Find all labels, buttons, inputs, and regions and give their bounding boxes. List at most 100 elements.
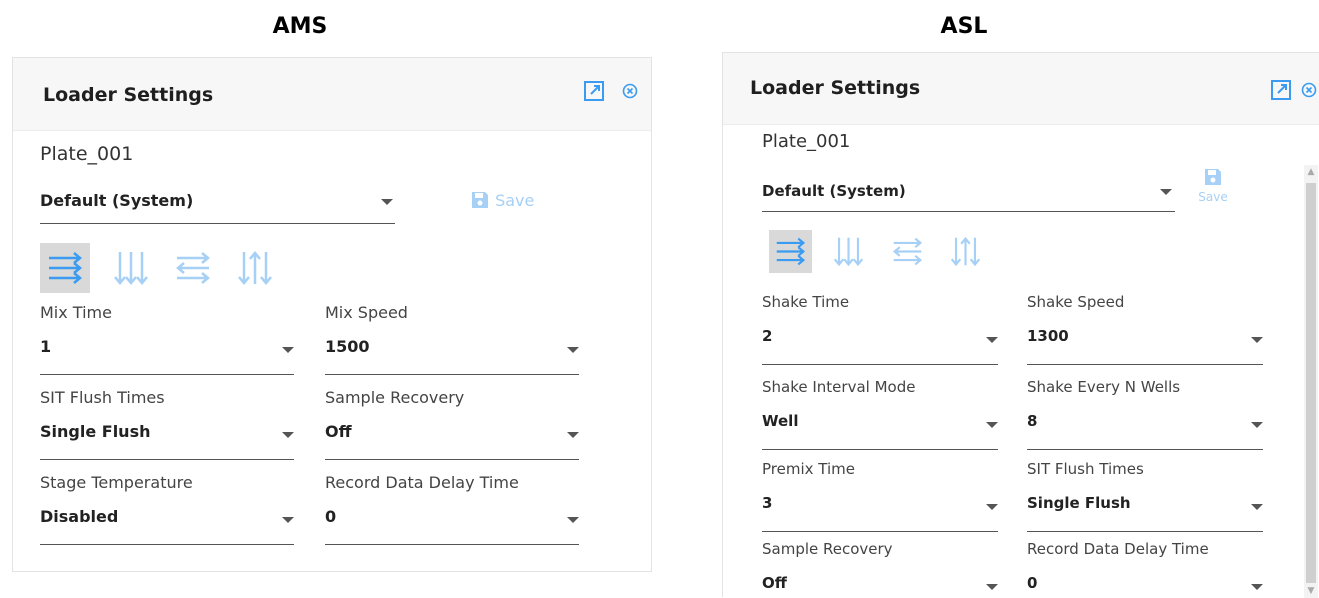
- field-value: 0: [1027, 574, 1038, 592]
- mix-speed-dropdown[interactable]: Mix Speed 1500: [325, 303, 579, 376]
- shake-speed-dropdown[interactable]: Shake Speed 1300: [1027, 293, 1263, 366]
- field-value: Single Flush: [1027, 494, 1131, 512]
- preset-dropdown[interactable]: Default (System): [40, 186, 395, 226]
- chevron-down-icon: [567, 432, 579, 438]
- field-value: 3: [762, 494, 773, 512]
- field-underline: [1027, 449, 1263, 450]
- sample-recovery-dropdown[interactable]: Sample Recovery Off: [325, 388, 579, 461]
- horizontal-arrows-alternating-icon[interactable]: [168, 243, 218, 293]
- scroll-thumb[interactable]: [1306, 183, 1316, 583]
- field-underline: [40, 374, 294, 375]
- dropdown-underline: [40, 223, 395, 224]
- mix-time-dropdown[interactable]: Mix Time 1: [40, 303, 294, 376]
- save-label: Save: [1198, 190, 1228, 204]
- vertical-scrollbar[interactable]: ▲ ▼: [1304, 165, 1318, 598]
- field-value: 1300: [1027, 327, 1069, 345]
- chevron-down-icon: [1251, 584, 1263, 590]
- floppy-disk-icon: [472, 192, 488, 208]
- chevron-down-icon: [1251, 504, 1263, 510]
- stage-temperature-dropdown[interactable]: Stage Temperature Disabled: [40, 473, 294, 546]
- chevron-down-icon: [282, 517, 294, 523]
- shake-interval-mode-dropdown[interactable]: Shake Interval Mode Well: [762, 378, 998, 451]
- field-value: 1500: [325, 337, 370, 356]
- chevron-down-icon: [986, 584, 998, 590]
- asl-loader-settings-panel: Loader Settings Plate_001 Default (Syste…: [722, 52, 1319, 598]
- floppy-disk-icon: [1205, 169, 1221, 185]
- field-value: Well: [762, 412, 799, 430]
- field-label: Mix Time: [40, 303, 112, 322]
- chevron-down-icon: [1160, 189, 1172, 195]
- scroll-up-arrow-icon[interactable]: ▲: [1304, 167, 1318, 177]
- field-value: 2: [762, 327, 773, 345]
- preset-value: Default (System): [40, 191, 194, 210]
- field-label: Record Data Delay Time: [1027, 540, 1209, 558]
- chevron-down-icon: [1251, 337, 1263, 343]
- premix-time-dropdown[interactable]: Premix Time 3: [762, 460, 998, 533]
- field-label: Shake Speed: [1027, 293, 1125, 311]
- close-circle-icon[interactable]: [622, 83, 638, 103]
- vertical-arrows-alternating-icon[interactable]: [230, 243, 280, 293]
- record-data-delay-time-dropdown[interactable]: Record Data Delay Time 0: [325, 473, 579, 546]
- field-underline: [762, 449, 998, 450]
- chevron-down-icon: [282, 432, 294, 438]
- horizontal-arrows-right-icon[interactable]: [769, 230, 812, 273]
- field-label: Sample Recovery: [325, 388, 465, 407]
- field-underline: [762, 531, 998, 532]
- close-circle-icon[interactable]: [1301, 82, 1317, 102]
- external-link-icon[interactable]: [1270, 79, 1292, 105]
- dropdown-underline: [762, 211, 1175, 212]
- external-link-icon[interactable]: [583, 80, 605, 106]
- field-value: Off: [325, 422, 352, 441]
- field-value: Disabled: [40, 507, 119, 526]
- field-value: 8: [1027, 412, 1038, 430]
- chevron-down-icon: [986, 422, 998, 428]
- chevron-down-icon: [381, 199, 393, 205]
- horizontal-arrows-alternating-icon[interactable]: [886, 230, 929, 273]
- field-underline: [325, 374, 579, 375]
- sample-recovery-dropdown[interactable]: Sample Recovery Off: [762, 540, 998, 598]
- save-button[interactable]: Save: [1193, 167, 1233, 204]
- chevron-down-icon: [986, 504, 998, 510]
- field-label: Record Data Delay Time: [325, 473, 519, 492]
- panel-header: Loader Settings: [13, 58, 651, 131]
- sit-flush-times-dropdown[interactable]: SIT Flush Times Single Flush: [40, 388, 294, 461]
- field-underline: [1027, 364, 1263, 365]
- field-underline: [40, 459, 294, 460]
- panel-header: Loader Settings: [723, 53, 1319, 125]
- chevron-down-icon: [567, 517, 579, 523]
- save-label: Save: [495, 191, 535, 210]
- field-label: Sample Recovery: [762, 540, 893, 558]
- panel-title: Loader Settings: [43, 84, 214, 106]
- shake-every-n-wells-dropdown[interactable]: Shake Every N Wells 8: [1027, 378, 1263, 451]
- scroll-down-arrow-icon[interactable]: ▼: [1304, 586, 1318, 596]
- panel-title: Loader Settings: [750, 77, 921, 99]
- field-value: Off: [762, 574, 787, 592]
- field-value: 0: [325, 507, 337, 526]
- preset-dropdown[interactable]: Default (System): [762, 177, 1175, 217]
- field-label: Shake Every N Wells: [1027, 378, 1181, 396]
- field-label: Premix Time: [762, 460, 855, 478]
- field-value: 1: [40, 337, 52, 356]
- field-underline: [325, 459, 579, 460]
- chevron-down-icon: [567, 347, 579, 353]
- sit-flush-times-dropdown[interactable]: SIT Flush Times Single Flush: [1027, 460, 1263, 533]
- save-button[interactable]: Save: [470, 190, 534, 210]
- vertical-arrows-down-icon[interactable]: [827, 230, 870, 273]
- horizontal-arrows-right-icon[interactable]: [40, 243, 90, 293]
- vertical-arrows-alternating-icon[interactable]: [944, 230, 987, 273]
- field-value: Single Flush: [40, 422, 151, 441]
- field-underline: [1027, 531, 1263, 532]
- asl-heading: ASL: [940, 14, 988, 39]
- field-label: Shake Interval Mode: [762, 378, 916, 396]
- vertical-arrows-down-icon[interactable]: [106, 243, 156, 293]
- plate-name: Plate_001: [762, 131, 851, 152]
- field-label: Mix Speed: [325, 303, 408, 322]
- shake-time-dropdown[interactable]: Shake Time 2: [762, 293, 998, 366]
- field-label: Shake Time: [762, 293, 850, 311]
- record-data-delay-time-dropdown[interactable]: Record Data Delay Time 0: [1027, 540, 1263, 598]
- ams-loader-settings-panel: Loader Settings Plate_001 Default (Syste…: [12, 57, 652, 572]
- field-underline: [40, 544, 294, 545]
- preset-value: Default (System): [762, 182, 906, 200]
- field-underline: [762, 364, 998, 365]
- chevron-down-icon: [1251, 422, 1263, 428]
